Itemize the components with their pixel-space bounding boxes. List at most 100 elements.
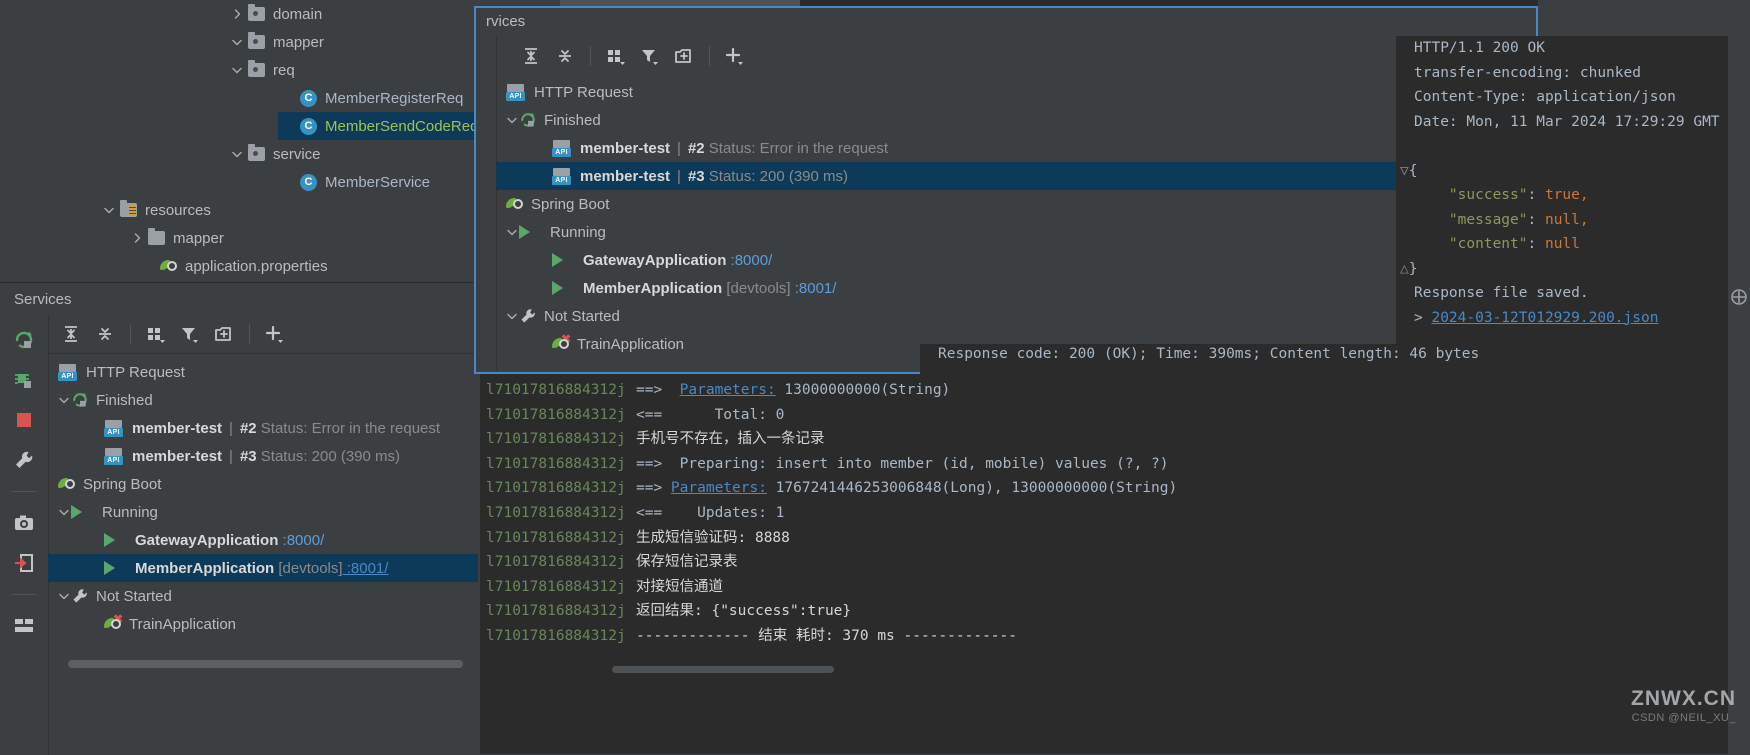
filter-icon[interactable] — [175, 320, 205, 348]
project-tree-item[interactable]: mapper — [126, 224, 478, 252]
response-json-pair: "content": null — [1448, 236, 1580, 252]
rerun-icon[interactable] — [11, 327, 37, 353]
service-tree-item[interactable]: ✖ TrainApplication — [48, 610, 478, 638]
debug-icon[interactable] — [11, 367, 37, 393]
expand-collapse-icon[interactable] — [1730, 288, 1748, 306]
project-tree-item[interactable]: application.properties — [138, 252, 478, 280]
chevron-down-icon[interactable] — [506, 114, 519, 127]
service-port-link[interactable]: :8000/ — [278, 532, 325, 549]
chevron-down-icon[interactable] — [58, 506, 71, 519]
project-tree-item[interactable]: req — [226, 56, 478, 84]
service-tree-item[interactable]: Spring Boot — [496, 190, 1534, 218]
service-tree-item[interactable]: Finished — [496, 106, 1534, 134]
chevron-right-icon[interactable] — [226, 8, 248, 21]
chevron-down-icon[interactable] — [226, 64, 248, 77]
chevron-down-icon[interactable] — [226, 36, 248, 49]
add-service-icon[interactable] — [720, 42, 750, 70]
project-tree-item[interactable]: C MemberSendCodeReq — [278, 112, 478, 140]
expand-all-icon[interactable] — [56, 320, 86, 348]
response-blank-line — [1396, 134, 1750, 159]
service-tree-item-label: member-test — [132, 419, 223, 437]
service-tree-item[interactable]: API HTTP Request — [496, 78, 1534, 106]
project-tool-window[interactable]: domain mapper req C MemberRegisterReq C Member… — [0, 0, 478, 282]
chevron-down-icon[interactable] — [98, 204, 120, 217]
console-line: l71017816884312j 对接短信通道 — [480, 575, 1750, 600]
console-parameters-link[interactable]: Parameters: — [671, 480, 767, 496]
collapse-all-icon[interactable] — [550, 42, 580, 70]
layout-icon[interactable] — [11, 613, 37, 639]
filter-icon[interactable] — [635, 42, 665, 70]
service-tree-item[interactable]: MemberApplication [devtools] :8001/ — [496, 274, 1534, 302]
expand-all-icon[interactable] — [516, 42, 546, 70]
service-tree-item[interactable]: Spring Boot — [48, 470, 478, 498]
project-horizontal-scrollbar[interactable] — [68, 660, 463, 668]
console-thread-id: l71017816884312j — [486, 406, 626, 423]
chevron-right-icon[interactable] — [126, 232, 148, 245]
service-tree-item[interactable]: Running — [496, 218, 1534, 246]
project-tree-item[interactable]: mapper — [226, 28, 478, 56]
add-tab-icon[interactable] — [209, 320, 239, 348]
class-icon: C — [300, 173, 317, 191]
run-console[interactable]: l71017816884312j ==> Parameters: 13000000… — [480, 374, 1750, 754]
console-parameters-link[interactable]: Parameters: — [680, 382, 776, 398]
group-by-icon[interactable] — [141, 320, 171, 348]
project-tree-item-label: MemberSendCodeReq — [325, 117, 478, 135]
response-code-strip: Response code: 200 (OK); Time: 390ms; Co… — [920, 344, 1536, 374]
project-tree-item[interactable]: C MemberRegisterReq — [278, 84, 478, 112]
project-tree-item[interactable]: service — [226, 140, 478, 168]
service-port-link[interactable]: :8000/ — [726, 252, 773, 269]
chevron-down-icon[interactable] — [58, 590, 71, 603]
service-tree-item-label: MemberApplication — [135, 559, 275, 577]
console-text: <== Total: 0 — [636, 406, 785, 423]
fold-icon[interactable]: △ — [1400, 261, 1409, 277]
chevron-down-icon[interactable] — [506, 310, 519, 323]
camera-icon[interactable] — [11, 510, 37, 536]
json-key: "message" — [1448, 211, 1528, 228]
service-port-link[interactable]: :8001/ — [343, 560, 389, 577]
add-service-icon[interactable] — [260, 320, 290, 348]
project-tree-item[interactable]: C MemberService — [278, 168, 478, 196]
chevron-down-icon[interactable] — [226, 148, 248, 161]
project-tree-item[interactable]: domain — [226, 0, 478, 28]
service-tree-item[interactable]: Not Started — [496, 302, 1534, 330]
service-tree-item[interactable]: Running — [48, 498, 478, 526]
service-tree-item[interactable]: GatewayApplication :8000/ — [48, 526, 478, 554]
collapse-all-icon[interactable] — [90, 320, 120, 348]
group-by-icon[interactable] — [601, 42, 631, 70]
console-thread-id: l71017816884312j — [486, 554, 626, 571]
service-tree-item[interactable]: API member-test | #2 Status: Error in the r… — [48, 414, 478, 442]
attach-icon[interactable] — [11, 550, 37, 576]
stop-icon[interactable] — [11, 407, 37, 433]
service-tree-item-label: member-test — [580, 139, 671, 157]
play-icon — [104, 533, 126, 547]
settings-wrench-icon[interactable] — [11, 447, 37, 473]
console-text: ==> Preparing: insert into member (id, m… — [636, 455, 1169, 472]
add-tab-icon[interactable] — [669, 42, 699, 70]
service-tree-item[interactable]: API HTTP Request — [48, 358, 478, 386]
console-horizontal-scrollbar[interactable] — [612, 666, 834, 673]
response-file-link[interactable]: 2024-03-12T012929.200.json — [1431, 310, 1658, 326]
fold-icon[interactable]: ▽ — [1400, 163, 1409, 179]
http-request-icon: API — [104, 447, 124, 465]
spring-leaf-icon — [506, 196, 524, 212]
floating-services-tree[interactable]: API HTTP Request Finished API member-test | #2… — [496, 76, 1534, 358]
service-tree-item[interactable]: Not Started — [48, 582, 478, 610]
service-tree-item-label: TrainApplication — [577, 335, 684, 353]
toolbar-divider — [130, 324, 131, 344]
chevron-down-icon[interactable] — [506, 226, 519, 239]
service-tree-item[interactable]: API member-test | #3 Status: 200 (390 ms) — [496, 162, 1534, 190]
http-request-icon: API — [506, 83, 526, 101]
service-tree-item-label: member-test — [580, 167, 671, 185]
json-value: null — [1544, 236, 1580, 252]
chevron-down-icon[interactable] — [58, 394, 71, 407]
http-response-editor[interactable]: HTTP/1.1 200 OK transfer-encoding: chunke… — [1396, 36, 1750, 380]
service-tree-item[interactable]: GatewayApplication :8000/ — [496, 246, 1534, 274]
service-run-number: #3 — [239, 447, 257, 465]
service-tree-item[interactable]: MemberApplication [devtools] :8001/ — [48, 554, 478, 582]
service-tree-item[interactable]: API member-test | #3 Status: 200 (390 ms) — [48, 442, 478, 470]
project-tree-item[interactable]: resources — [98, 196, 478, 224]
service-port-link[interactable]: :8001/ — [791, 280, 837, 297]
service-tree-item[interactable]: API member-test | #2 Status: Error in the r… — [496, 134, 1534, 162]
service-tree-item[interactable]: Finished — [48, 386, 478, 414]
services-tree[interactable]: API HTTP Request Finished API member-test | #2… — [48, 354, 478, 638]
